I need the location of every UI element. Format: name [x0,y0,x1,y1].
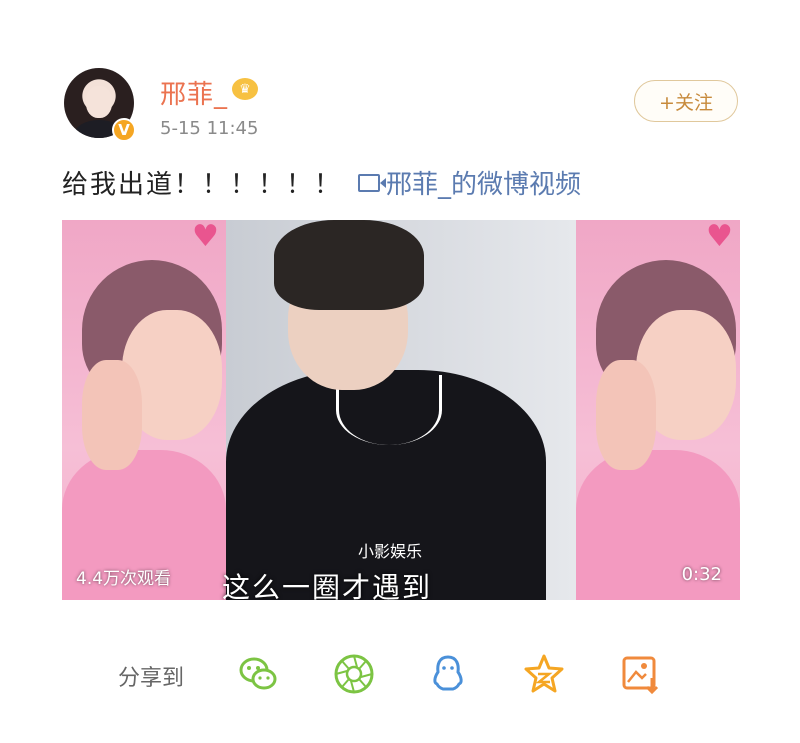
crown-icon: ♛ [232,78,258,100]
figure-hair [274,220,424,310]
wechat-icon[interactable] [236,652,280,696]
qzone-icon[interactable] [522,652,566,696]
video-frame-right: ♥ [576,220,740,600]
moments-icon[interactable] [332,652,376,696]
avatar-face [86,86,112,118]
video-camera-icon [358,173,386,192]
username[interactable]: 邢菲_ [160,74,228,111]
follow-button[interactable]: +关注 [634,80,738,122]
share-label: 分享到 [118,666,185,691]
heart-icon: ♥ [706,220,733,254]
video-subtitle: 这么一圈才遇到 [222,571,433,600]
video-player[interactable]: ♥ ♥ 小影娱乐 这么一圈才遇到 4.4万次观看 0:32 [62,220,740,600]
video-frame-left: ♥ [62,220,226,600]
view-count: 4.4万次观看 [76,569,172,589]
qq-icon[interactable] [426,652,470,696]
video-link-label: 邢菲_的微博视频 [386,170,582,200]
verified-badge-icon: V [112,118,136,142]
video-duration: 0:32 [681,564,722,585]
heart-icon: ♥ [192,220,219,254]
video-link[interactable]: 邢菲_的微博视频 [358,164,581,201]
figure-hand [82,360,142,470]
video-watermark: 小影娱乐 [358,542,423,561]
figure-hand [596,360,656,470]
save-image-icon[interactable] [618,652,662,696]
post-time: 5-15 11:45 [160,118,259,139]
post-text: 给我出道！！！！！！ [62,170,343,200]
